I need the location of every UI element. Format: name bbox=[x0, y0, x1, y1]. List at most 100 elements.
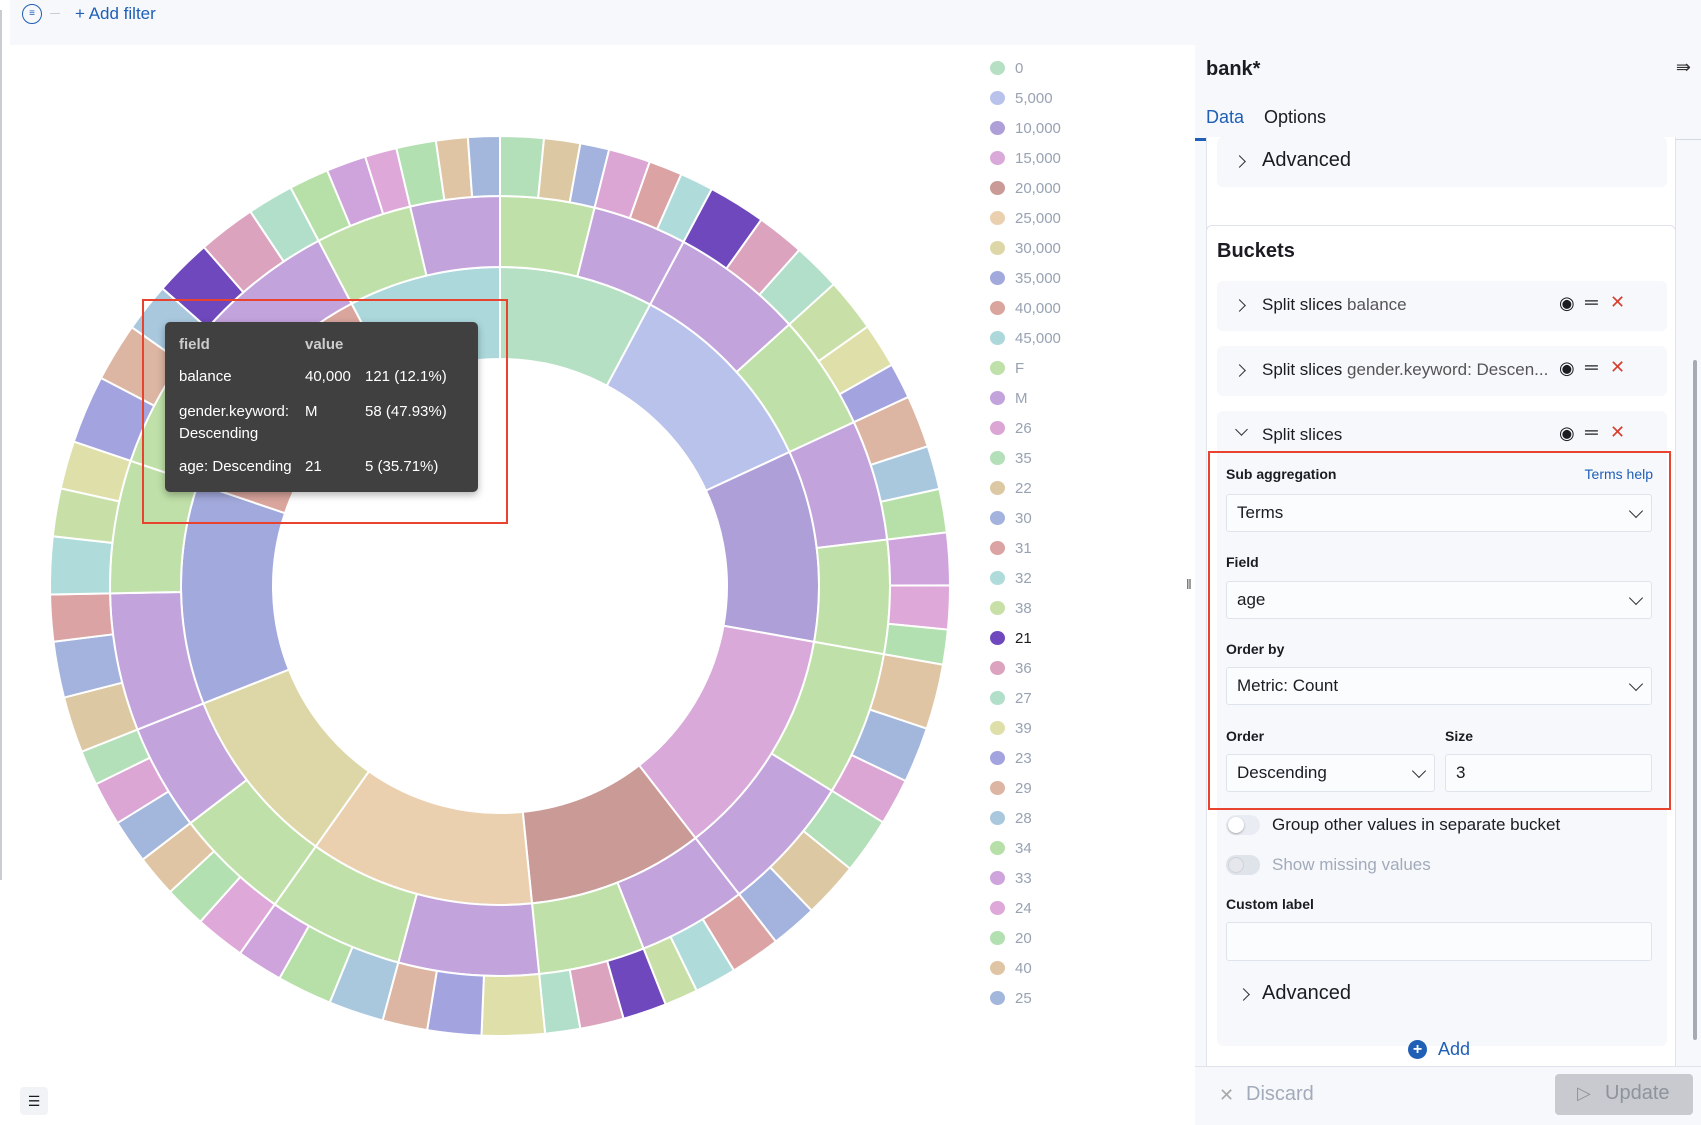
legend-label: 26 bbox=[1015, 419, 1032, 437]
legend-item[interactable]: 0 bbox=[990, 58, 1023, 78]
tab-options[interactable]: Options bbox=[1264, 107, 1326, 128]
collapse-sidebar-icon[interactable]: ⇛ bbox=[1676, 57, 1691, 78]
legend-item[interactable]: 40,000 bbox=[990, 298, 1061, 318]
advanced-toggle[interactable]: Advanced bbox=[1217, 137, 1667, 187]
legend-label: 33 bbox=[1015, 869, 1032, 887]
bucket-row-gender[interactable]: Split slices gender.keyword: Descen... ◉… bbox=[1217, 346, 1667, 396]
legend-item[interactable]: 24 bbox=[990, 898, 1032, 918]
filter-bar bbox=[10, 0, 1701, 45]
legend-item[interactable]: 35 bbox=[990, 448, 1032, 468]
legend-item[interactable]: 30 bbox=[990, 508, 1032, 528]
bucket-row-balance[interactable]: Split slices balance ◉ ═ ✕ bbox=[1217, 281, 1667, 331]
legend-color-dot bbox=[990, 61, 1005, 75]
slice-age[interactable] bbox=[886, 531, 952, 587]
legend-color-dot bbox=[990, 241, 1005, 255]
legend-color-dot bbox=[990, 511, 1005, 525]
advanced-toggle[interactable]: Advanced bbox=[1262, 982, 1351, 1005]
legend-item[interactable]: F bbox=[990, 358, 1024, 378]
filter-icon[interactable]: ≡ bbox=[22, 4, 42, 24]
legend-item[interactable]: 21 bbox=[990, 628, 1032, 648]
add-bucket-button[interactable]: Add bbox=[1438, 1039, 1470, 1060]
legend-item[interactable]: 25 bbox=[990, 988, 1032, 1008]
legend-item[interactable]: 33 bbox=[990, 868, 1032, 888]
legend-color-dot bbox=[990, 181, 1005, 195]
eye-icon[interactable]: ◉ bbox=[1559, 293, 1575, 314]
resize-handle[interactable]: ‖ bbox=[1186, 576, 1192, 592]
legend-item[interactable]: 23 bbox=[990, 748, 1032, 768]
legend-color-dot bbox=[990, 601, 1005, 615]
slice-gender[interactable] bbox=[812, 538, 891, 656]
slice-age[interactable] bbox=[466, 134, 501, 199]
legend-color-dot bbox=[990, 661, 1005, 675]
slice-age[interactable] bbox=[480, 972, 547, 1037]
close-icon[interactable]: ✕ bbox=[1610, 292, 1625, 313]
legend-item[interactable]: 32 bbox=[990, 568, 1032, 588]
slice-gender[interactable] bbox=[397, 892, 541, 977]
drag-handle-icon[interactable]: ═ bbox=[1585, 292, 1598, 313]
legend-item[interactable]: 30,000 bbox=[990, 238, 1061, 258]
slice-age[interactable] bbox=[49, 535, 114, 596]
legend-color-dot bbox=[990, 841, 1005, 855]
custom-label-input[interactable] bbox=[1226, 922, 1652, 961]
slice-age[interactable] bbox=[49, 592, 115, 643]
slice-gender[interactable] bbox=[408, 194, 501, 277]
legend-item[interactable]: 31 bbox=[990, 538, 1032, 558]
legend-label: 27 bbox=[1015, 689, 1032, 707]
eye-icon[interactable]: ◉ bbox=[1559, 358, 1575, 379]
legend-color-dot bbox=[990, 391, 1005, 405]
legend-item[interactable]: 20,000 bbox=[990, 178, 1061, 198]
legend-color-dot bbox=[990, 691, 1005, 705]
legend-label: 31 bbox=[1015, 539, 1032, 557]
legend-item[interactable]: 40 bbox=[990, 958, 1032, 978]
legend-item[interactable]: 15,000 bbox=[990, 148, 1061, 168]
legend-item[interactable]: 22 bbox=[990, 478, 1032, 498]
slice-age[interactable] bbox=[499, 134, 546, 199]
legend-toggle-button[interactable]: ☰ bbox=[20, 1087, 48, 1115]
update-button[interactable]: ▷ Update bbox=[1555, 1074, 1693, 1115]
show-missing-label: Show missing values bbox=[1272, 855, 1431, 874]
legend-label: 36 bbox=[1015, 659, 1032, 677]
chevron-right-icon bbox=[1233, 155, 1246, 168]
legend-item[interactable]: 38 bbox=[990, 598, 1032, 618]
legend-item[interactable]: 36 bbox=[990, 658, 1032, 678]
legend-label: 25,000 bbox=[1015, 209, 1061, 227]
legend-color-dot bbox=[990, 811, 1005, 825]
legend-item[interactable]: 45,000 bbox=[990, 328, 1061, 348]
legend-item[interactable]: 20 bbox=[990, 928, 1032, 948]
scrollbar[interactable] bbox=[1693, 360, 1697, 1040]
plus-circle-icon[interactable]: + bbox=[1408, 1040, 1427, 1059]
group-other-toggle[interactable] bbox=[1226, 815, 1260, 835]
slice-age[interactable] bbox=[887, 584, 952, 631]
legend-item[interactable]: 26 bbox=[990, 418, 1032, 438]
legend-item[interactable]: M bbox=[990, 388, 1028, 408]
legend-color-dot bbox=[990, 301, 1005, 315]
close-icon[interactable]: ✕ bbox=[1610, 357, 1625, 378]
bucket-title[interactable]: Split slices bbox=[1262, 425, 1342, 445]
legend-item[interactable]: 34 bbox=[990, 838, 1032, 858]
legend-label: 10,000 bbox=[1015, 119, 1061, 137]
legend-color-dot bbox=[990, 271, 1005, 285]
add-filter-button[interactable]: + Add filter bbox=[75, 4, 156, 24]
legend-color-dot bbox=[990, 631, 1005, 645]
legend-label: 35,000 bbox=[1015, 269, 1061, 287]
chevron-down-icon[interactable] bbox=[1235, 423, 1248, 436]
tab-data[interactable]: Data bbox=[1206, 107, 1244, 128]
close-icon: ✕ bbox=[1219, 1085, 1235, 1105]
drag-handle-icon[interactable]: ═ bbox=[1585, 357, 1598, 378]
legend-item[interactable]: 10,000 bbox=[990, 118, 1061, 138]
legend-item[interactable]: 5,000 bbox=[990, 88, 1053, 108]
eye-icon[interactable]: ◉ bbox=[1559, 423, 1575, 444]
legend-item[interactable]: 27 bbox=[990, 688, 1032, 708]
legend-item[interactable]: 29 bbox=[990, 778, 1032, 798]
close-icon[interactable]: ✕ bbox=[1610, 422, 1625, 443]
legend-label: 38 bbox=[1015, 599, 1032, 617]
legend-item[interactable]: 25,000 bbox=[990, 208, 1061, 228]
legend-item[interactable]: 28 bbox=[990, 808, 1032, 828]
discard-button[interactable]: Discard bbox=[1246, 1083, 1314, 1106]
legend-item[interactable]: 35,000 bbox=[990, 268, 1061, 288]
legend-item[interactable]: 39 bbox=[990, 718, 1032, 738]
highlight-box-tooltip bbox=[142, 299, 508, 524]
show-missing-toggle[interactable] bbox=[1226, 855, 1260, 875]
drag-handle-icon[interactable]: ═ bbox=[1585, 422, 1598, 443]
legend-label: 39 bbox=[1015, 719, 1032, 737]
